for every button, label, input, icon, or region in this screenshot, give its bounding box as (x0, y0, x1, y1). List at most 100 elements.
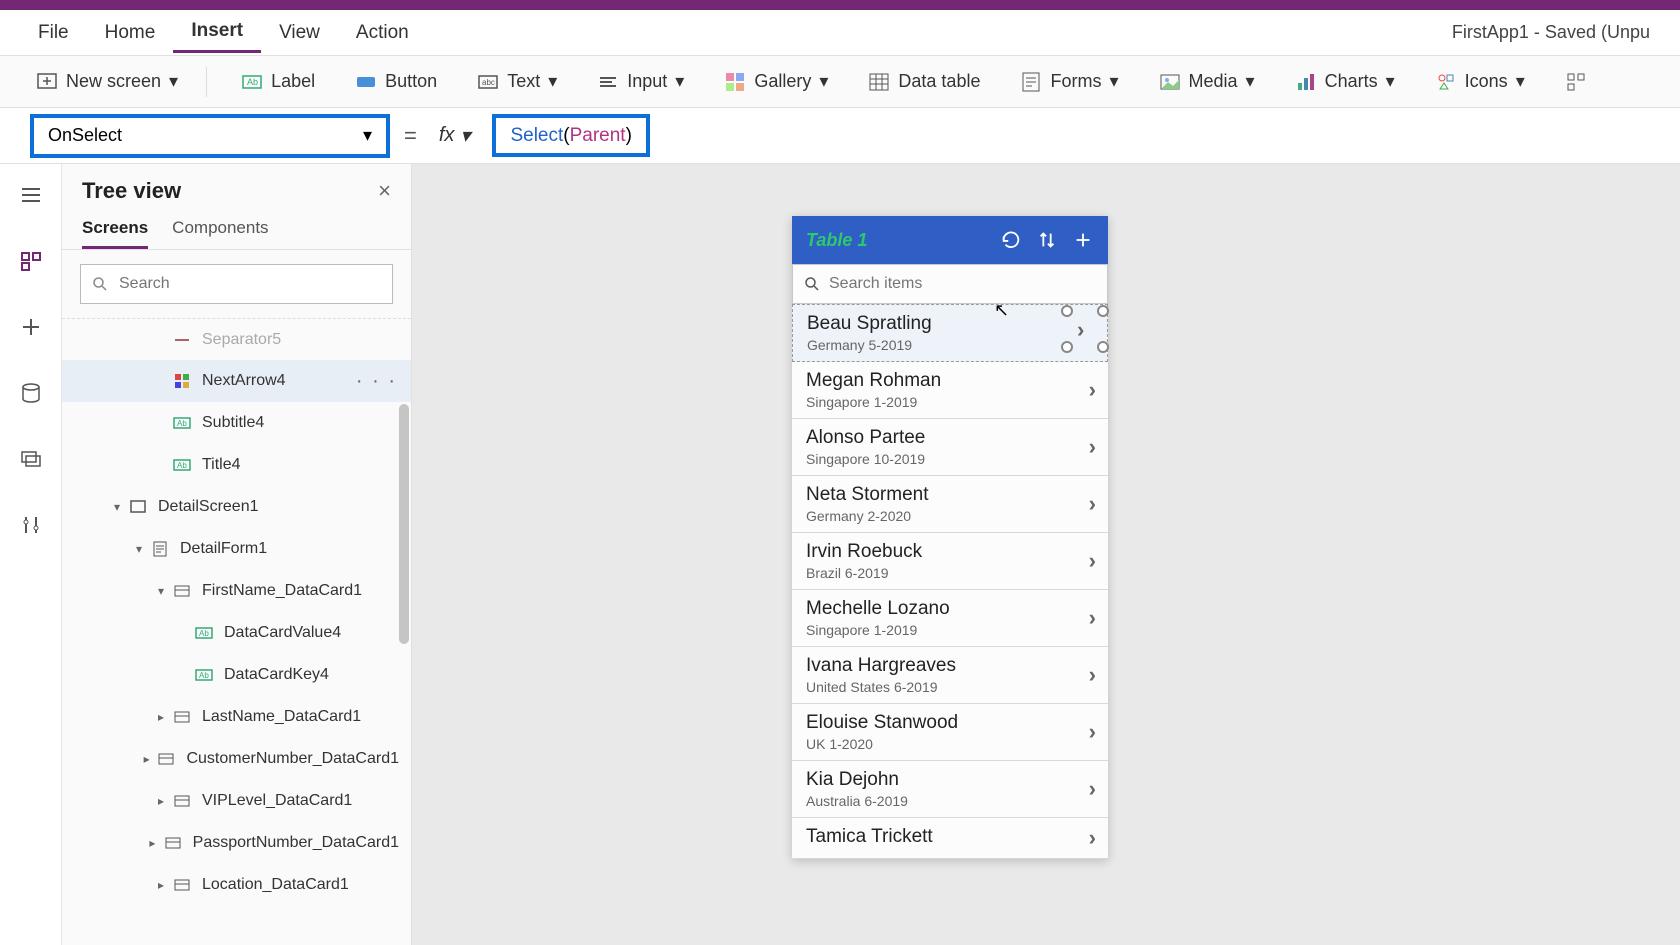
label-icon: Ab (172, 455, 192, 475)
gallery-search[interactable] (792, 264, 1108, 304)
next-arrow-icon[interactable] (1089, 434, 1096, 460)
svg-text:Ab: Ab (177, 419, 187, 428)
tree-item[interactable]: NextArrow4· · · (62, 360, 411, 402)
save-status: FirstApp1 - Saved (Unpu (1452, 22, 1660, 43)
next-arrow-icon[interactable] (1089, 548, 1096, 574)
tree-item[interactable]: AbSubtitle4 (62, 402, 411, 444)
search-icon (803, 275, 821, 293)
tree-item[interactable]: ▸VIPLevel_DataCard1 (62, 780, 411, 822)
insert-pane-icon[interactable] (16, 312, 46, 342)
tree-item-label: Title4 (202, 456, 241, 474)
icons-button[interactable]: Icons ▾ (1429, 67, 1531, 97)
app-titlebar (0, 0, 1680, 10)
tree-item[interactable]: ▸PassportNumber_DataCard1 (62, 822, 411, 864)
caret-icon: ▸ (154, 794, 168, 808)
next-arrow-icon[interactable] (1089, 776, 1096, 802)
gallery-button[interactable]: Gallery ▾ (718, 67, 834, 97)
data-table-label: Data table (898, 71, 980, 92)
data-table-button[interactable]: Data table (862, 67, 986, 97)
more-button[interactable] (1559, 67, 1593, 97)
property-selector[interactable]: OnSelect ▾ (30, 114, 390, 158)
ribbon-toolbar: New screen ▾ Ab Label Button abc Text ▾ … (0, 56, 1680, 108)
media-pane-icon[interactable] (16, 444, 46, 474)
more-menu-icon[interactable]: · · · (356, 370, 397, 393)
gallery-search-input[interactable] (829, 275, 1097, 293)
left-rail (0, 164, 62, 945)
tree-item[interactable]: ▾DetailForm1 (62, 528, 411, 570)
input-button[interactable]: Input ▾ (591, 67, 690, 97)
gallery-item[interactable]: Elouise StanwoodUK 1-2020 (792, 704, 1108, 761)
tree-search[interactable] (80, 264, 393, 304)
label-button[interactable]: Ab Label (235, 67, 321, 97)
chevron-down-icon: ▾ (1246, 71, 1255, 92)
tree-item[interactable]: Ab Title4 (62, 444, 411, 486)
card-icon (172, 581, 192, 601)
menu-view[interactable]: View (261, 14, 338, 52)
gallery-item-title: Beau Spratling (807, 313, 1093, 335)
next-arrow-icon[interactable] (1089, 719, 1096, 745)
text-button[interactable]: abc Text ▾ (471, 67, 563, 97)
next-arrow-icon[interactable] (1089, 662, 1096, 688)
button-button[interactable]: Button (349, 67, 443, 97)
tree-item-label: DataCardValue4 (224, 624, 341, 642)
tree-view-icon[interactable] (16, 246, 46, 276)
next-arrow-icon[interactable] (1089, 491, 1096, 517)
close-icon[interactable]: × (378, 178, 391, 204)
equals-sign: = (404, 123, 417, 149)
gallery-item[interactable]: Kia DejohnAustralia 6-2019 (792, 761, 1108, 818)
tree-item-label: CustomerNumber_DataCard1 (186, 750, 399, 768)
tree-item[interactable]: ▸CustomerNumber_DataCard1 (62, 738, 411, 780)
data-icon[interactable] (16, 378, 46, 408)
tree-item[interactable]: ▾FirstName_DataCard1 (62, 570, 411, 612)
scrollbar-thumb[interactable] (399, 404, 409, 644)
tab-screens[interactable]: Screens (82, 218, 148, 249)
forms-button[interactable]: Forms ▾ (1014, 67, 1124, 97)
canvas-area[interactable]: Table 1 Beau SpratlingGermany 5-2019Mega… (412, 164, 1680, 945)
media-button[interactable]: Media ▾ (1153, 67, 1261, 97)
tab-components[interactable]: Components (172, 218, 268, 249)
tree-item[interactable]: ▸Location_DataCard1 (62, 864, 411, 906)
tree-search-input[interactable] (119, 275, 382, 293)
hamburger-icon[interactable] (16, 180, 46, 210)
gallery-item[interactable]: Beau Spratling Germany 5-2019 (792, 304, 1108, 362)
tree-item[interactable]: AbDataCardKey4 (62, 654, 411, 696)
svg-text:Ab: Ab (247, 77, 258, 87)
next-arrow-icon[interactable] (1089, 825, 1096, 851)
gallery-item[interactable]: Mechelle LozanoSingapore 1-2019 (792, 590, 1108, 647)
tree-item-label: DataCardKey4 (224, 666, 329, 684)
caret-icon: ▸ (146, 836, 159, 850)
menu-insert[interactable]: Insert (173, 12, 261, 53)
charts-button[interactable]: Charts ▾ (1289, 67, 1401, 97)
tree-view-title: Tree view (82, 178, 181, 204)
menu-file[interactable]: File (20, 14, 87, 52)
menu-home[interactable]: Home (87, 14, 174, 52)
formula-input[interactable]: Select(Parent) (492, 114, 649, 157)
gallery-item[interactable]: Neta StormentGermany 2-2020 (792, 476, 1108, 533)
gallery-item[interactable]: Megan RohmanSingapore 1-2019 (792, 362, 1108, 419)
advanced-tools-icon[interactable] (16, 510, 46, 540)
next-arrow-icon[interactable] (1089, 605, 1096, 631)
gallery-item-subtitle: UK 1-2020 (806, 736, 1094, 752)
tree-item[interactable]: AbDataCardValue4 (62, 612, 411, 654)
gallery-item[interactable]: Tamica Trickett (792, 818, 1108, 859)
new-screen-button[interactable]: New screen ▾ (30, 67, 207, 97)
gallery-item[interactable]: Alonso ParteeSingapore 10-2019 (792, 419, 1108, 476)
next-arrow-icon[interactable] (1089, 377, 1096, 403)
menu-action[interactable]: Action (338, 14, 427, 52)
tree-item[interactable]: ▸LastName_DataCard1 (62, 696, 411, 738)
icons-label: Icons (1465, 71, 1508, 92)
phone-preview: Table 1 Beau SpratlingGermany 5-2019Mega… (792, 216, 1108, 859)
tree-item[interactable]: ▾DetailScreen1 (62, 486, 411, 528)
tree-item[interactable]: Separator5 (62, 318, 411, 360)
grid-icon (1565, 71, 1587, 93)
gallery-item-subtitle: Germany 5-2019 (807, 337, 1093, 353)
add-icon[interactable] (1072, 229, 1094, 251)
caret-icon: ▾ (154, 584, 168, 598)
refresh-icon[interactable] (1000, 229, 1022, 251)
caret-icon: ▾ (132, 542, 146, 556)
sort-icon[interactable] (1036, 229, 1058, 251)
gallery-item[interactable]: Irvin RoebuckBrazil 6-2019 (792, 533, 1108, 590)
fx-button[interactable]: fx ▾ (431, 123, 479, 148)
svg-text:Ab: Ab (177, 461, 187, 470)
gallery-item[interactable]: Ivana HargreavesUnited States 6-2019 (792, 647, 1108, 704)
